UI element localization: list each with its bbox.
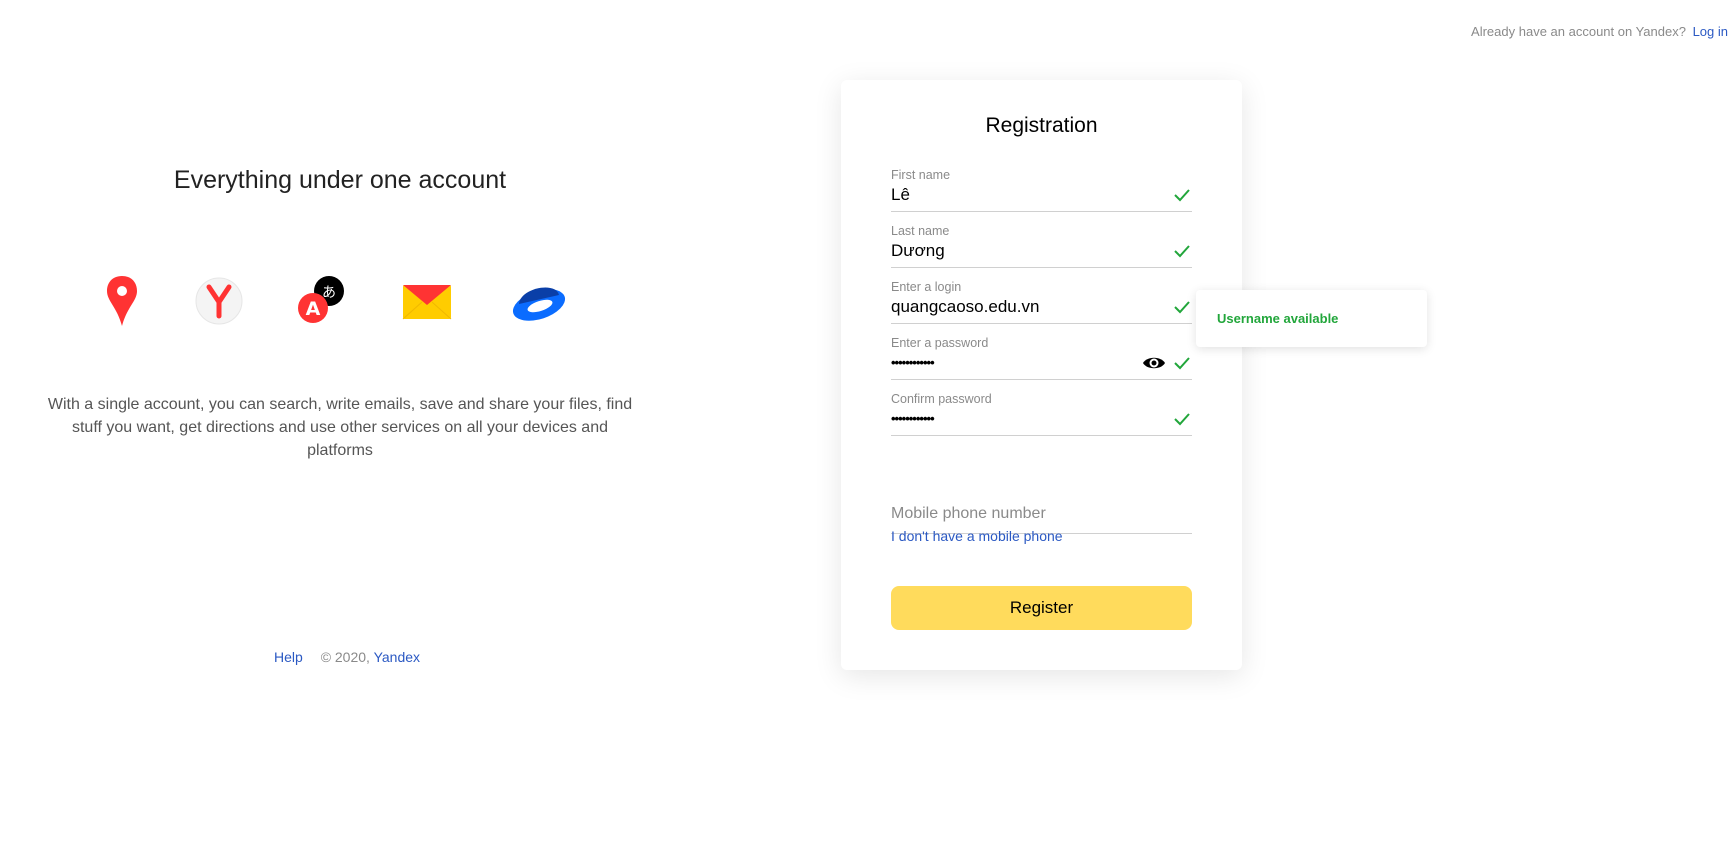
promo-title: Everything under one account	[173, 166, 507, 194]
check-icon	[1174, 413, 1190, 426]
first-name-input[interactable]: Lê	[891, 182, 1151, 208]
first-name-field[interactable]: First name Lê	[891, 168, 1192, 220]
login-prompt: Already have an account on Yandex? Log i…	[1471, 24, 1728, 39]
login-field[interactable]: Enter a login quangcaoso.edu.vn	[891, 280, 1192, 332]
already-have-account-text: Already have an account on Yandex?	[1471, 24, 1686, 39]
confirm-password-input[interactable]: ••••••••••••	[891, 406, 1151, 432]
eye-icon[interactable]	[1142, 355, 1166, 371]
help-link[interactable]: Help	[274, 649, 303, 665]
password-field[interactable]: Enter a password ••••••••••••	[891, 336, 1192, 388]
footer: Help © 2020, Yandex	[274, 649, 420, 665]
check-icon	[1174, 357, 1190, 370]
no-phone-link[interactable]: I don't have a mobile phone	[891, 528, 1063, 544]
password-input[interactable]: ••••••••••••	[891, 350, 1151, 376]
translate-icon: あ A	[298, 276, 344, 323]
register-button[interactable]: Register	[891, 586, 1192, 630]
login-input[interactable]: quangcaoso.edu.vn	[891, 294, 1151, 320]
check-icon	[1174, 245, 1190, 258]
services-row: あ A	[0, 272, 680, 332]
maps-icon	[107, 276, 137, 326]
copyright-text: © 2020,	[320, 649, 370, 665]
login-link[interactable]: Log in	[1693, 24, 1728, 39]
first-name-label: First name	[891, 168, 951, 182]
registration-page: Already have an account on Yandex? Log i…	[0, 0, 1734, 842]
username-available-text: Username available	[1217, 311, 1339, 326]
last-name-input[interactable]: Dương	[891, 238, 1151, 264]
last-name-field[interactable]: Last name Dương	[891, 224, 1192, 276]
browser-icon	[195, 277, 243, 325]
username-available-tooltip: Username available	[1196, 290, 1427, 347]
check-icon	[1174, 301, 1190, 314]
registration-card: Registration First name Lê Last name Dươ…	[841, 80, 1242, 670]
yandex-link[interactable]: Yandex	[374, 649, 420, 665]
check-icon	[1174, 189, 1190, 202]
last-name-label: Last name	[891, 224, 950, 238]
registration-title: Registration	[985, 114, 1098, 137]
mail-icon	[402, 285, 452, 320]
disk-icon	[512, 287, 566, 321]
confirm-password-field[interactable]: Confirm password ••••••••••••	[891, 392, 1192, 444]
login-label: Enter a login	[891, 280, 962, 294]
password-label: Enter a password	[891, 336, 989, 350]
phone-placeholder[interactable]: Mobile phone number	[891, 505, 1046, 523]
promo-description: With a single account, you can search, w…	[47, 396, 633, 459]
confirm-password-label: Confirm password	[891, 392, 992, 406]
svg-text:A: A	[306, 298, 321, 320]
